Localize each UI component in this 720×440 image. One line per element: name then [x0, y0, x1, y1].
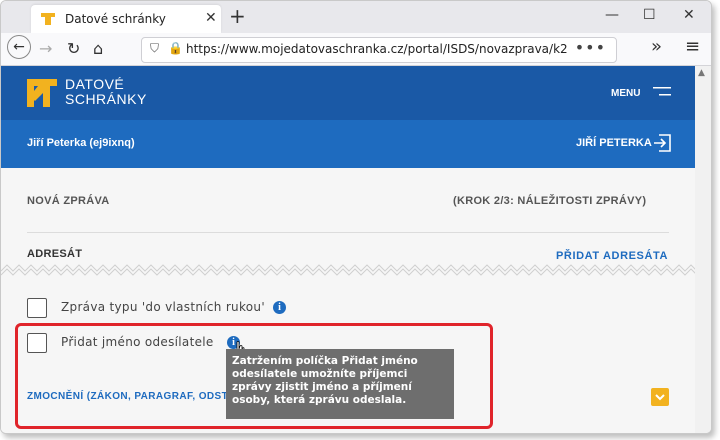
minimize-button[interactable]: —	[605, 7, 619, 23]
tab-strip: Datové schránky ✕ + — ☐ ✕	[1, 1, 711, 33]
add-recipient-link[interactable]: PŘIDAT ADRESÁTA	[556, 250, 668, 262]
forward-arrow-icon[interactable]: →	[39, 39, 52, 58]
home-icon[interactable]: ⌂	[93, 39, 103, 58]
tab-title: Datové schránky	[65, 12, 166, 26]
page-title: NOVÁ ZPRÁVA	[27, 195, 110, 207]
back-arrow-icon[interactable]: ←	[7, 35, 31, 59]
shield-icon[interactable]: ⛉	[150, 41, 159, 56]
hamburger-menu-icon[interactable]: ≡	[685, 36, 700, 57]
favicon-icon	[41, 13, 55, 25]
reload-icon[interactable]: ↻	[67, 39, 80, 58]
logout-icon[interactable]	[653, 134, 671, 152]
step-indicator: (KROK 2/3: NÁLEŽITOSTI ZPRÁVY)	[453, 195, 647, 207]
browser-tab[interactable]: Datové schránky ✕	[31, 5, 221, 33]
logo-line-2: SCHRÁNKY	[65, 91, 147, 107]
new-tab-button[interactable]: +	[229, 4, 246, 28]
own-hands-checkbox[interactable]	[27, 298, 47, 318]
chevron-down-icon	[655, 394, 665, 401]
tab-close-icon[interactable]: ✕	[205, 10, 217, 26]
url-text[interactable]: https://www.mojedatovaschranka.cz/portal…	[186, 42, 568, 56]
logo-text[interactable]: DATOVÉ SCHRÁNKY	[65, 77, 147, 107]
info-icon[interactable]: i	[273, 301, 286, 314]
maximize-button[interactable]: ☐	[643, 7, 656, 23]
torn-edge-divider	[1, 263, 695, 281]
account-name[interactable]: Jiří Peterka (ej9ixnq)	[27, 137, 135, 149]
browser-window: Datové schránky ✕ + — ☐ ✕ ← → ↻ ⌂ ⛉ 🔒 ht…	[0, 0, 712, 434]
divider	[27, 232, 669, 233]
menu-button[interactable]: MENU	[611, 88, 640, 99]
address-bar[interactable]: ⛉ 🔒 https://www.mojedatovaschranka.cz/po…	[141, 37, 617, 63]
message-form: NOVÁ ZPRÁVA (KROK 2/3: NÁLEŽITOSTI ZPRÁV…	[1, 168, 695, 433]
page-actions-icon[interactable]: •••	[575, 38, 606, 57]
site-header: DATOVÉ SCHRÁNKY MENU	[1, 66, 695, 120]
page-scrollbar[interactable]: ▲	[695, 66, 711, 433]
logo-line-1: DATOVÉ	[65, 76, 125, 92]
window-close-button[interactable]: ✕	[683, 7, 695, 23]
user-logout-link[interactable]: JIŘÍ PETERKA	[576, 137, 652, 149]
scroll-up-icon[interactable]: ▲	[698, 68, 705, 78]
user-bar: Jiří Peterka (ej9ixnq) JIŘÍ PETERKA	[1, 120, 695, 168]
datove-schranky-logo-icon[interactable]	[27, 79, 57, 107]
expand-dropdown-button[interactable]	[651, 388, 669, 406]
highlight-box	[15, 323, 493, 429]
lock-icon[interactable]: 🔒	[168, 41, 183, 55]
recipient-heading: ADRESÁT	[27, 248, 83, 260]
menu-lines-icon[interactable]	[653, 86, 671, 98]
own-hands-label[interactable]: Zpráva typu 'do vlastních rukou'	[61, 300, 265, 314]
navigation-bar: ← → ↻ ⌂ ⛉ 🔒 https://www.mojedatovaschran…	[1, 33, 711, 66]
overflow-icon[interactable]: »	[651, 36, 662, 57]
